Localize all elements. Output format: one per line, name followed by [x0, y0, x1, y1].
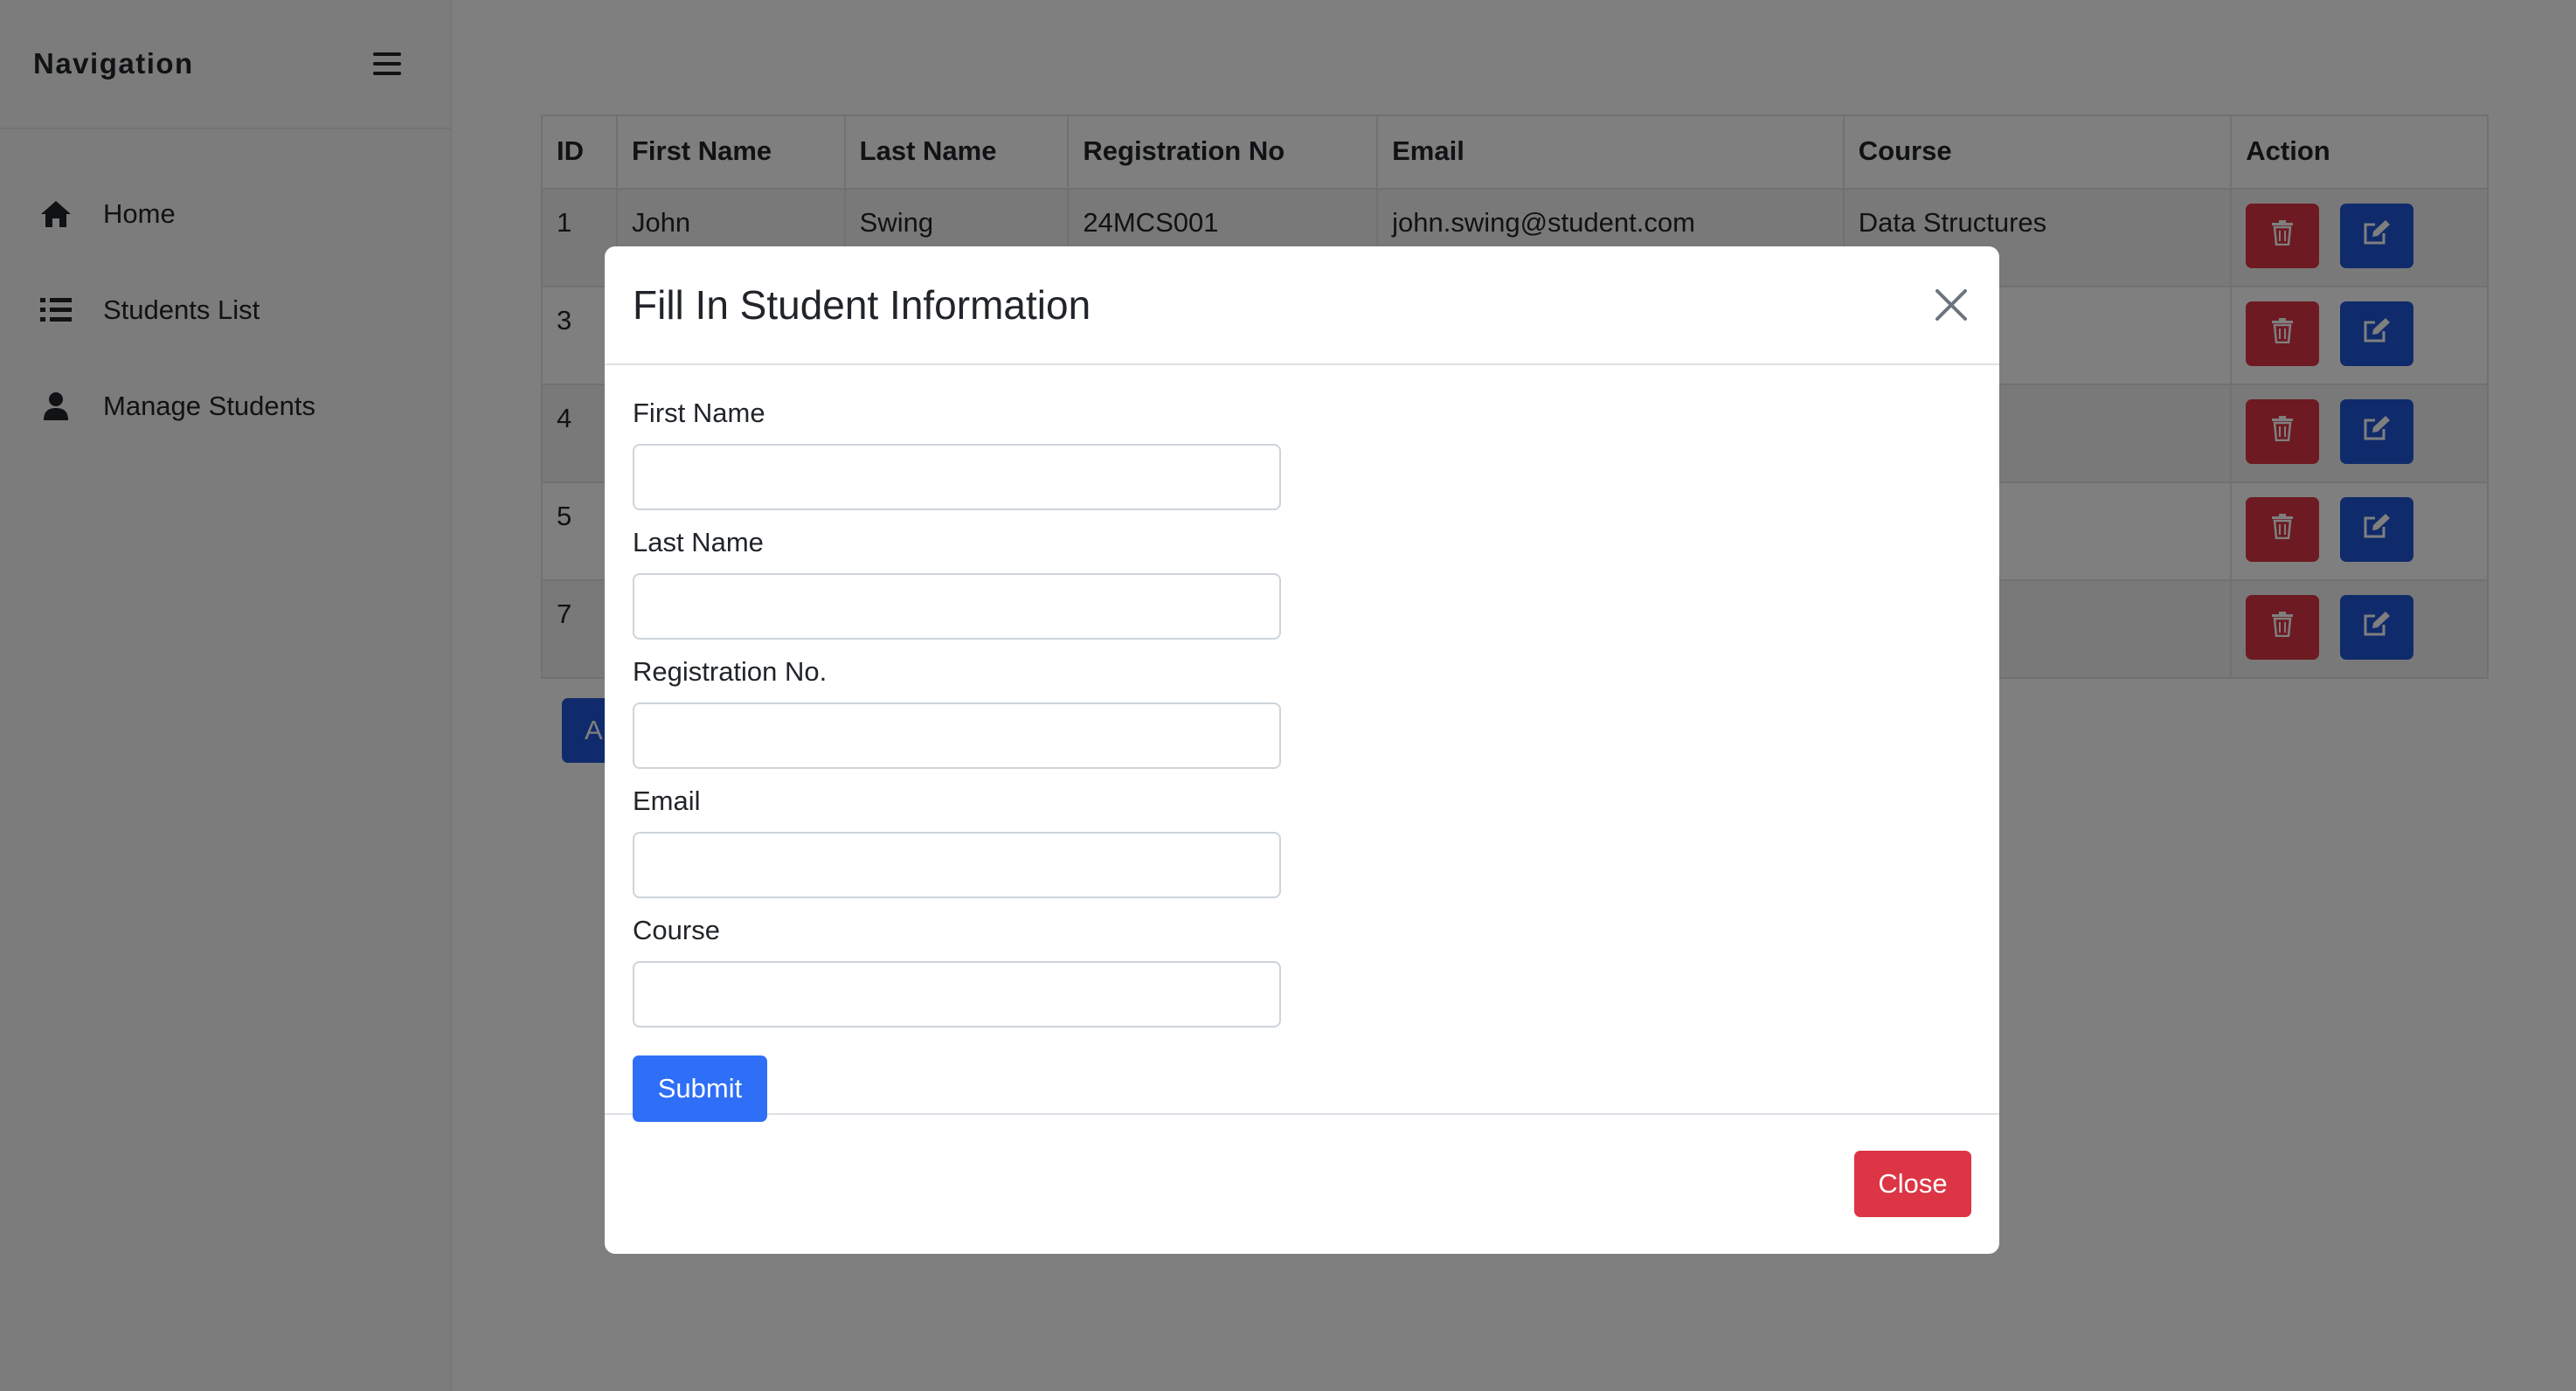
registration-no-group: Registration No.	[633, 654, 1971, 769]
modal-title: Fill In Student Information	[633, 282, 1091, 328]
email-input[interactable]	[633, 832, 1281, 898]
close-button[interactable]: Close	[1854, 1150, 1971, 1217]
email-label: Email	[633, 785, 701, 816]
course-group: Course	[633, 912, 1971, 1028]
first-name-label: First Name	[633, 398, 765, 428]
first-name-group: First Name	[633, 395, 1971, 510]
registration-no-input[interactable]	[633, 702, 1281, 769]
last-name-group: Last Name	[633, 524, 1971, 640]
first-name-input[interactable]	[633, 444, 1281, 510]
student-info-modal: Fill In Student Information First Name L…	[605, 246, 1999, 1254]
submit-button[interactable]: Submit	[633, 1055, 767, 1122]
modal-footer: Close	[605, 1115, 1999, 1252]
modal-body: First Name Last Name Registration No. Em…	[605, 365, 1999, 1122]
last-name-input[interactable]	[633, 573, 1281, 640]
modal-header: Fill In Student Information	[605, 246, 1999, 365]
course-label: Course	[633, 915, 720, 945]
close-icon[interactable]	[1929, 283, 1973, 327]
app: Navigation Home Studen	[0, 0, 2576, 1391]
course-input[interactable]	[633, 961, 1281, 1028]
email-group: Email	[633, 783, 1971, 898]
student-form: First Name Last Name Registration No. Em…	[633, 395, 1971, 1122]
last-name-label: Last Name	[633, 527, 764, 557]
registration-no-label: Registration No.	[633, 656, 828, 687]
